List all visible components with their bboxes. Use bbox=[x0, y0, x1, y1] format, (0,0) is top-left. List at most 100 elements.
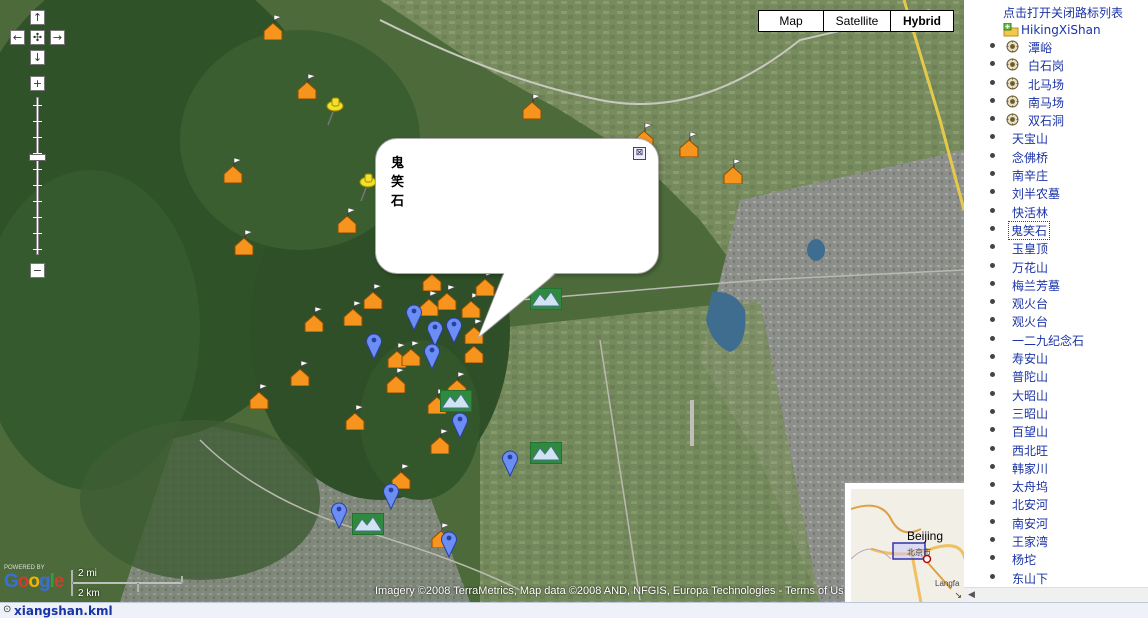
overview-collapse-icon[interactable]: ↘ bbox=[954, 591, 962, 601]
map-copyright: Imagery ©2008 TerraMetrics, Map data ©20… bbox=[375, 585, 850, 597]
waypoint-list-item[interactable]: 白石岗 bbox=[964, 56, 1148, 74]
bullet-icon bbox=[990, 189, 995, 195]
waypoint-label: 王家湾 bbox=[1012, 535, 1049, 550]
map-type-hybrid-button[interactable]: Hybrid bbox=[891, 10, 954, 32]
waypoint-list-item[interactable]: 北马场 bbox=[964, 75, 1148, 93]
mountain-icon[interactable] bbox=[530, 442, 562, 464]
bullet-icon bbox=[990, 463, 995, 469]
bullet-icon bbox=[990, 262, 995, 268]
clip-icon: ⊙ bbox=[3, 604, 12, 615]
pan-up-button[interactable]: ↑ bbox=[30, 10, 45, 25]
waypoint-list-item[interactable]: 南马场 bbox=[964, 93, 1148, 111]
waypoint-list-item[interactable]: 北安河 bbox=[964, 495, 1148, 513]
waypoint-list-item[interactable]: 西北旺 bbox=[964, 441, 1148, 459]
waypoint-flag-icon[interactable] bbox=[296, 73, 318, 99]
pushpin-icon[interactable] bbox=[323, 96, 345, 126]
waypoint-list-item[interactable]: 观火台 bbox=[964, 294, 1148, 312]
waypoint-flag-icon[interactable] bbox=[722, 158, 744, 184]
waypoint-list-item[interactable]: 一二九纪念石 bbox=[964, 331, 1148, 349]
close-icon[interactable]: ⊠ bbox=[633, 147, 646, 160]
mountain-icon[interactable] bbox=[440, 390, 472, 412]
waypoint-list-item[interactable]: 普陀山 bbox=[964, 367, 1148, 385]
pan-left-button[interactable]: ← bbox=[10, 30, 25, 45]
waypoint-flag-icon[interactable] bbox=[521, 93, 543, 119]
waypoint-flag-icon[interactable] bbox=[429, 428, 451, 454]
location-pin-icon[interactable] bbox=[382, 482, 400, 510]
waypoint-flag-icon[interactable] bbox=[262, 14, 284, 40]
location-pin-icon[interactable] bbox=[440, 530, 458, 558]
waypoint-list-item[interactable]: 大昭山 bbox=[964, 386, 1148, 404]
waypoint-label: 三昭山 bbox=[1012, 406, 1049, 421]
waypoint-list-item[interactable]: 百望山 bbox=[964, 422, 1148, 440]
overview-map[interactable]: Beijing 北京市 Langfa ↘ bbox=[844, 482, 964, 602]
zoom-slider-thumb[interactable] bbox=[29, 154, 46, 161]
waypoint-flag-icon[interactable] bbox=[336, 207, 358, 233]
bullet-icon bbox=[990, 171, 995, 177]
pan-down-button[interactable]: ↓ bbox=[30, 50, 45, 65]
zoom-tick bbox=[33, 217, 42, 218]
waypoint-list-item[interactable]: 鬼笑石 bbox=[964, 220, 1148, 240]
pan-right-button[interactable]: → bbox=[50, 30, 65, 45]
map-canvas[interactable]: ↑ ← ✣ → ↓ + − Map Satellite Hybrid 鬼笑石 ⊠… bbox=[0, 0, 964, 602]
bullet-icon bbox=[990, 207, 995, 213]
zoom-tick bbox=[33, 201, 42, 202]
waypoint-flag-icon[interactable] bbox=[342, 300, 364, 326]
waypoint-list-item[interactable]: 潭峪 bbox=[964, 38, 1148, 56]
waypoint-list-item[interactable]: 念佛桥 bbox=[964, 148, 1148, 166]
waypoint-label: 杨坨 bbox=[1012, 553, 1037, 568]
scroll-left-icon[interactable]: ◀ bbox=[968, 590, 975, 600]
location-pin-icon[interactable] bbox=[330, 501, 348, 529]
waypoint-label: 观火台 bbox=[1012, 297, 1049, 312]
waypoint-list-item[interactable]: 万花山 bbox=[964, 258, 1148, 276]
zoom-in-button[interactable]: + bbox=[30, 76, 45, 91]
waypoint-list-item[interactable]: 东山下 bbox=[964, 569, 1148, 587]
gear-icon bbox=[1006, 113, 1019, 126]
waypoint-flag-icon[interactable] bbox=[233, 229, 255, 255]
waypoint-list-item[interactable]: 快活林 bbox=[964, 203, 1148, 221]
bullet-icon bbox=[990, 317, 995, 323]
gear-icon bbox=[1006, 95, 1019, 108]
waypoint-list-item[interactable]: 寿安山 bbox=[964, 349, 1148, 367]
waypoint-list-item[interactable]: 天宝山 bbox=[964, 129, 1148, 147]
waypoint-flag-icon[interactable] bbox=[289, 360, 311, 386]
waypoint-list-item[interactable]: 玉皇顶 bbox=[964, 239, 1148, 257]
google-logo[interactable]: POWERED BY Google bbox=[4, 565, 64, 593]
map-type-satellite-button[interactable]: Satellite bbox=[824, 10, 891, 32]
waypoint-list-item[interactable]: 三昭山 bbox=[964, 404, 1148, 422]
waypoint-list-item[interactable]: 南辛庄 bbox=[964, 166, 1148, 184]
waypoint-flag-icon[interactable] bbox=[678, 131, 700, 157]
waypoint-label: 普陀山 bbox=[1012, 370, 1049, 385]
waypoint-flag-icon[interactable] bbox=[385, 367, 407, 393]
waypoint-list-item[interactable]: 梅兰芳墓 bbox=[964, 276, 1148, 294]
zoom-tick bbox=[33, 233, 42, 234]
status-bar: ⊙ xiangshan.kml bbox=[0, 602, 1148, 618]
pan-center-button[interactable]: ✣ bbox=[30, 30, 45, 45]
toggle-waypoint-list-link[interactable]: 点击打开关闭路标列表 bbox=[1003, 4, 1123, 21]
waypoint-list-item[interactable]: 南安河 bbox=[964, 514, 1148, 532]
waypoint-list-item[interactable]: 刘半农墓 bbox=[964, 184, 1148, 202]
folder-item[interactable]: HikingXiShan bbox=[1003, 22, 1101, 38]
waypoint-list-item[interactable]: 杨坨 bbox=[964, 550, 1148, 568]
waypoint-list-item[interactable]: 观火台 bbox=[964, 312, 1148, 330]
zoom-out-button[interactable]: − bbox=[30, 263, 45, 278]
waypoint-list-item[interactable]: 王家湾 bbox=[964, 532, 1148, 550]
gear-icon bbox=[1006, 58, 1019, 71]
map-type-map-button[interactable]: Map bbox=[758, 10, 824, 32]
waypoint-flag-icon[interactable] bbox=[303, 306, 325, 332]
overview-map-view[interactable]: Beijing 北京市 Langfa bbox=[851, 489, 964, 602]
waypoint-list-item[interactable]: 韩家川 bbox=[964, 459, 1148, 477]
waypoint-flag-icon[interactable] bbox=[248, 383, 270, 409]
mountain-icon[interactable] bbox=[352, 513, 384, 535]
bullet-icon bbox=[990, 299, 995, 305]
waypoint-list-item[interactable]: 双石洞 bbox=[964, 111, 1148, 129]
waypoint-flag-icon[interactable] bbox=[344, 404, 366, 430]
waypoint-flag-icon[interactable] bbox=[222, 157, 244, 183]
location-pin-icon[interactable] bbox=[501, 449, 519, 477]
zoom-slider[interactable] bbox=[29, 97, 46, 255]
bullet-icon bbox=[990, 390, 995, 396]
location-pin-icon[interactable] bbox=[451, 411, 469, 439]
overview-other-label: Langfa bbox=[935, 579, 960, 588]
horizontal-scrollbar[interactable]: ◀ bbox=[964, 587, 1148, 602]
kml-file-link[interactable]: xiangshan.kml bbox=[14, 604, 113, 618]
waypoint-list-item[interactable]: 太舟坞 bbox=[964, 477, 1148, 495]
